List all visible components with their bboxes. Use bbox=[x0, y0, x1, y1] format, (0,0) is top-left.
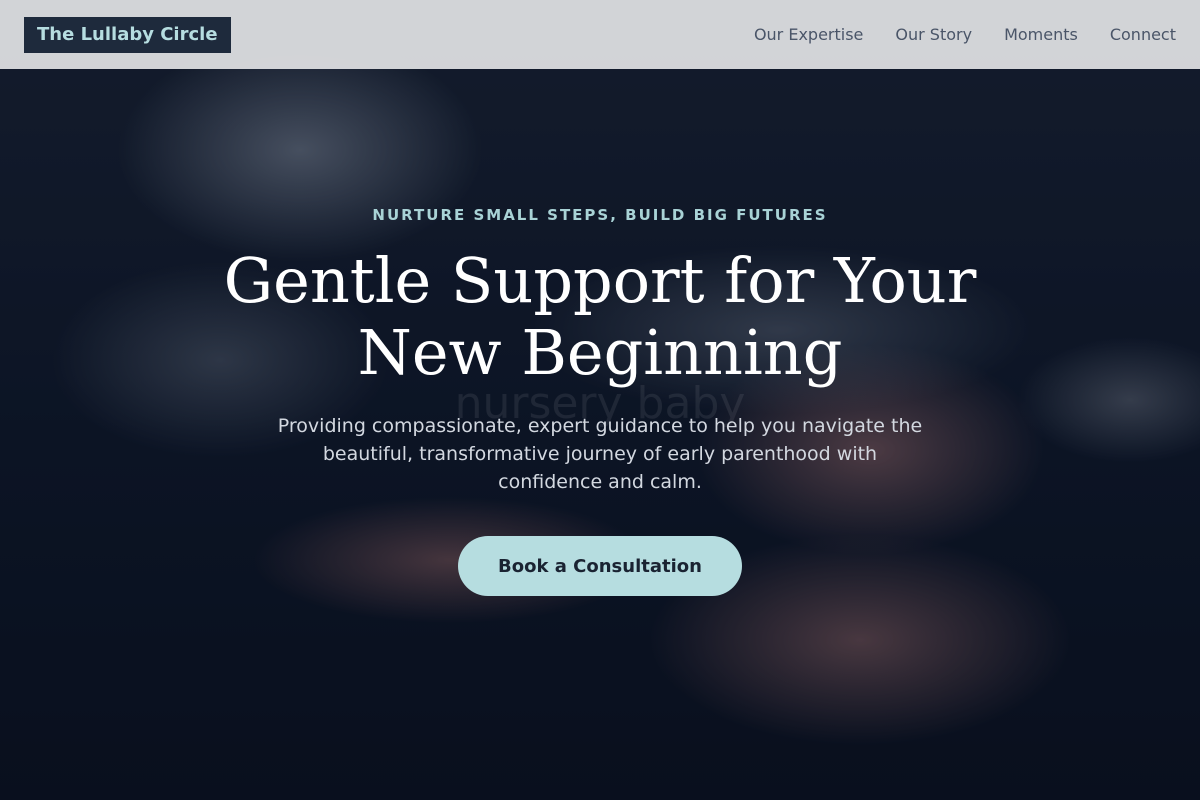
book-consultation-button[interactable]: Book a Consultation bbox=[458, 536, 742, 596]
hero-eyebrow: NURTURE SMALL STEPS, BUILD BIG FUTURES bbox=[372, 206, 828, 224]
hero-section: NURTURE SMALL STEPS, BUILD BIG FUTURES n… bbox=[0, 0, 1200, 800]
hero-subtext: Providing compassionate, expert guidance… bbox=[277, 415, 923, 493]
hero-headline: Gentle Support for Your New Beginning bbox=[223, 244, 977, 389]
